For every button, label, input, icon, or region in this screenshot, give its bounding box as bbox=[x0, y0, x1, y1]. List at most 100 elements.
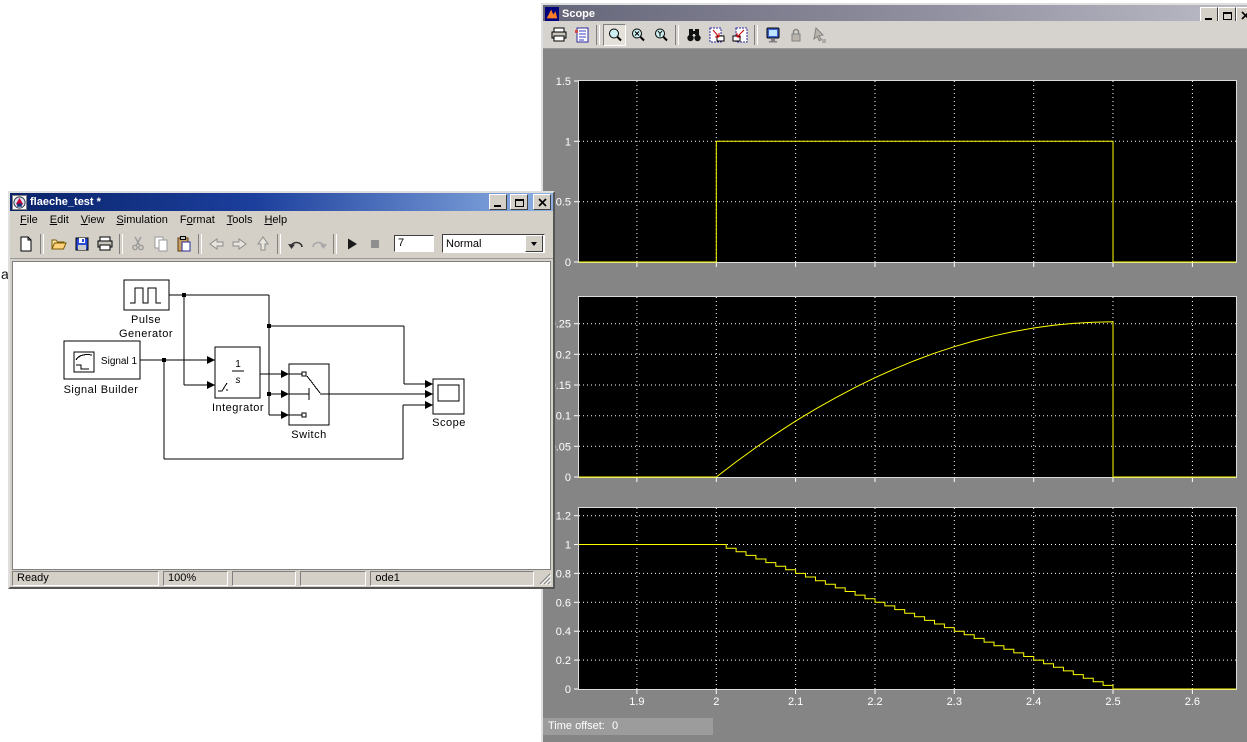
resize-grip[interactable] bbox=[538, 572, 551, 585]
restore-axes-button[interactable] bbox=[728, 24, 751, 46]
minimize-button[interactable] bbox=[489, 194, 507, 210]
binoculars-icon bbox=[686, 27, 702, 43]
scissors-icon bbox=[130, 236, 146, 252]
svg-text:0: 0 bbox=[565, 472, 571, 484]
menu-file[interactable]: File bbox=[14, 212, 44, 228]
menu-edit[interactable]: Edit bbox=[44, 212, 75, 228]
zoom-x-button[interactable] bbox=[626, 24, 649, 46]
zoom-y-axis-icon bbox=[653, 27, 669, 43]
menu-simulation[interactable]: Simulation bbox=[110, 212, 173, 228]
svg-text:0: 0 bbox=[565, 257, 571, 269]
menu-help[interactable]: Help bbox=[258, 212, 293, 228]
svg-text:0.2: 0.2 bbox=[556, 349, 571, 361]
floating-scope-icon bbox=[765, 27, 781, 43]
new-file-button[interactable] bbox=[14, 233, 37, 255]
status-zoom: 100% bbox=[163, 571, 228, 586]
go-up-button[interactable] bbox=[251, 233, 274, 255]
simulation-mode-dropdown[interactable]: Normal bbox=[442, 234, 545, 253]
signal-name-label: Signal 1 bbox=[101, 356, 138, 367]
redo-icon bbox=[310, 236, 328, 252]
desktop: a Scope bbox=[0, 0, 1247, 742]
svg-text:2: 2 bbox=[713, 696, 719, 708]
menu-view[interactable]: View bbox=[75, 212, 111, 228]
model-canvas[interactable]: Pulse Generator Signal 1 Signal Builder … bbox=[12, 261, 551, 570]
lock-axes-button[interactable] bbox=[784, 24, 807, 46]
chart-canvas: 00.050.10.150.20.25 bbox=[579, 297, 1236, 477]
go-back-button[interactable] bbox=[205, 233, 228, 255]
up-arrow-icon bbox=[255, 235, 271, 252]
toolbar-separator bbox=[119, 234, 123, 254]
go-forward-button[interactable] bbox=[228, 233, 251, 255]
simulink-model-icon bbox=[12, 195, 27, 210]
play-icon bbox=[345, 237, 359, 251]
scope-window: Scope bbox=[541, 3, 1247, 742]
zoom-y-button[interactable] bbox=[649, 24, 672, 46]
svg-text:2.2: 2.2 bbox=[867, 696, 882, 708]
close-button[interactable] bbox=[533, 194, 551, 210]
cut-button[interactable] bbox=[126, 233, 149, 255]
scope-plot-pulse: 00.511.5 bbox=[578, 80, 1237, 263]
stop-simulation-button[interactable] bbox=[363, 233, 386, 255]
undo-button[interactable] bbox=[284, 233, 307, 255]
svg-text:2.4: 2.4 bbox=[1026, 696, 1041, 708]
print-icon bbox=[551, 27, 567, 43]
forward-arrow-icon bbox=[231, 236, 248, 252]
maximize-button[interactable] bbox=[510, 194, 528, 210]
svg-text:0.8: 0.8 bbox=[556, 568, 571, 580]
parameters-button[interactable] bbox=[570, 24, 593, 46]
save-model-button[interactable] bbox=[70, 233, 93, 255]
simulation-mode-value: Normal bbox=[443, 238, 525, 250]
time-offset-label: Time offset: bbox=[548, 720, 605, 732]
signal-selection-button[interactable] bbox=[807, 24, 830, 46]
lock-icon bbox=[788, 27, 804, 43]
svg-text:0.6: 0.6 bbox=[556, 597, 571, 609]
simulation-stop-time-field[interactable]: 7 bbox=[394, 235, 434, 252]
svg-text:1: 1 bbox=[565, 136, 571, 148]
redo-button[interactable] bbox=[307, 233, 330, 255]
save-axes-button[interactable] bbox=[705, 24, 728, 46]
svg-text:2.5: 2.5 bbox=[1105, 696, 1120, 708]
integrator-label: Integrator bbox=[212, 402, 264, 414]
zoom-icon bbox=[607, 27, 623, 43]
status-panel bbox=[232, 571, 296, 586]
close-icon bbox=[1241, 11, 1247, 20]
model-window-title: flaeche_test * bbox=[30, 196, 486, 208]
svg-text:1.2: 1.2 bbox=[556, 511, 571, 523]
block-diagram: Pulse Generator Signal 1 Signal Builder … bbox=[13, 262, 550, 570]
save-axes-settings-icon bbox=[709, 27, 725, 43]
toolbar-separator bbox=[675, 25, 679, 45]
zoom-button[interactable] bbox=[603, 24, 626, 46]
model-toolbar: 7 Normal bbox=[10, 229, 553, 259]
chart-canvas: 00.511.5 bbox=[579, 81, 1236, 262]
menu-format[interactable]: Format bbox=[174, 212, 221, 228]
restore-axes-settings-icon bbox=[732, 27, 748, 43]
chart-canvas: 1.922.12.22.32.42.52.600.20.40.60.811.2 bbox=[579, 508, 1236, 689]
copy-button[interactable] bbox=[149, 233, 172, 255]
scope-plot-signal: 1.922.12.22.32.42.52.600.20.40.60.811.2 bbox=[578, 507, 1237, 690]
svg-text:0: 0 bbox=[565, 684, 571, 696]
status-panel bbox=[300, 571, 367, 586]
parameters-icon bbox=[574, 27, 590, 43]
start-simulation-button[interactable] bbox=[340, 233, 363, 255]
toolbar-separator bbox=[754, 25, 758, 45]
paste-button[interactable] bbox=[172, 233, 195, 255]
resize-grip-icon bbox=[538, 572, 551, 585]
open-model-button[interactable] bbox=[47, 233, 70, 255]
print-button[interactable] bbox=[547, 24, 570, 46]
print-button[interactable] bbox=[93, 233, 116, 255]
menu-tools[interactable]: Tools bbox=[221, 212, 259, 228]
model-titlebar[interactable]: flaeche_test * bbox=[10, 193, 553, 211]
svg-text:2.1: 2.1 bbox=[788, 696, 803, 708]
integrator-numerator: 1 bbox=[235, 359, 241, 370]
dropdown-button[interactable] bbox=[525, 235, 543, 252]
autoscale-button[interactable] bbox=[682, 24, 705, 46]
scope-window-title: Scope bbox=[562, 8, 1247, 20]
minimize-icon bbox=[494, 198, 503, 207]
clipboard-paste-icon bbox=[176, 236, 192, 252]
signal-selection-icon bbox=[811, 27, 827, 43]
svg-text:1.9: 1.9 bbox=[629, 696, 644, 708]
open-folder-icon bbox=[51, 236, 67, 252]
floating-scope-button[interactable] bbox=[761, 24, 784, 46]
signal-builder-label: Signal Builder bbox=[64, 384, 139, 396]
svg-text:0.1: 0.1 bbox=[556, 411, 571, 423]
